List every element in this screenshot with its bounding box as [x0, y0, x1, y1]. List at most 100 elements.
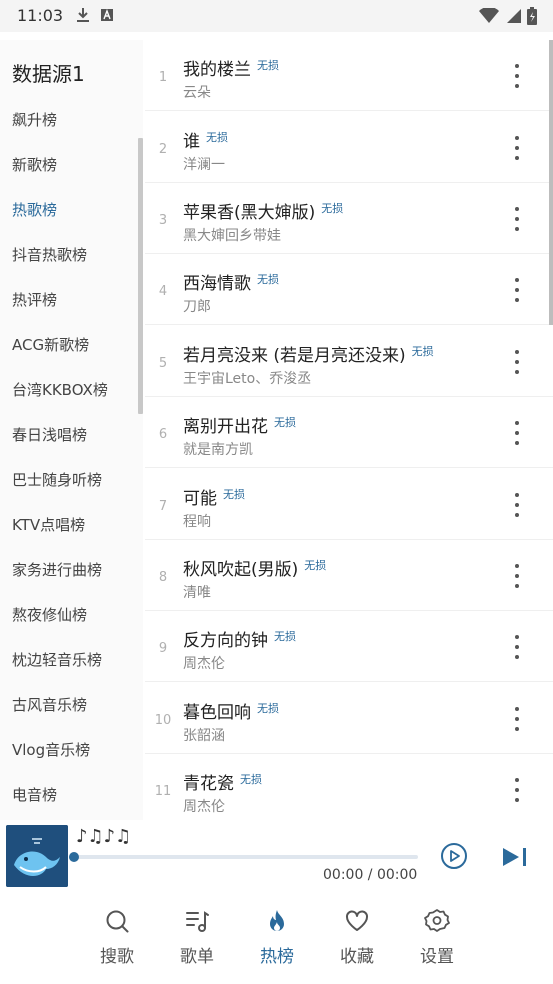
more-options-icon[interactable]: [507, 136, 527, 160]
more-options-icon[interactable]: [507, 350, 527, 374]
song-title: 苹果香(黑大婶版) 无损: [183, 202, 344, 223]
sidebar-item-douyin[interactable]: 抖音热歌榜: [0, 233, 143, 278]
song-row[interactable]: 10 暮色回响 无损 张韶涵: [145, 683, 553, 754]
song-row[interactable]: 2 谁无损 洋澜一: [145, 112, 553, 183]
song-artist: 周杰伦: [183, 799, 225, 815]
progress-thumb[interactable]: [69, 852, 79, 862]
song-row[interactable]: 4 西海情歌 无损 刀郎: [145, 254, 553, 325]
sidebar-scrollbar[interactable]: [138, 138, 143, 414]
more-options-icon[interactable]: [507, 278, 527, 302]
tab-label: 搜歌: [100, 947, 134, 967]
song-rank: 6: [158, 427, 168, 442]
battery-icon: [527, 7, 537, 25]
search-icon: [106, 910, 129, 933]
sidebar-item-vlog[interactable]: Vlog音乐榜: [0, 728, 143, 773]
song-artist: 张韶涵: [183, 728, 225, 744]
bottom-tab-bar: 搜歌 歌单 热榜 收藏 设置: [0, 892, 553, 984]
song-rank: 4: [158, 284, 168, 299]
song-row[interactable]: 5 若月亮没来 (若是月亮还没来) 无损 王宇宙Leto、乔浚丞: [145, 326, 553, 397]
sidebar-item-spring[interactable]: 春日浅唱榜: [0, 413, 143, 458]
song-title: 西海情歌 无损: [183, 273, 279, 294]
more-options-icon[interactable]: [507, 421, 527, 445]
tab-label: 设置: [420, 947, 454, 967]
sidebar-item-kkbox[interactable]: 台湾KKBOX榜: [0, 368, 143, 413]
song-rank: 10: [154, 713, 172, 728]
song-rank: 3: [158, 213, 168, 228]
sidebar-item-ktv[interactable]: KTV点唱榜: [0, 503, 143, 548]
song-list-scrollbar[interactable]: [549, 40, 553, 325]
now-playing-title: ♪♫♪♫: [76, 826, 132, 847]
lossless-badge: 无损: [274, 416, 296, 429]
song-title: 若月亮没来 (若是月亮还没来) 无损: [183, 345, 434, 366]
song-title: 反方向的钟 无损: [183, 630, 296, 651]
song-title: 离别开出花 无损: [183, 416, 296, 437]
sidebar-item-acg[interactable]: ACG新歌榜: [0, 323, 143, 368]
song-artist: 洋澜一: [183, 157, 225, 173]
song-row[interactable]: 9 反方向的钟 无损 周杰伦: [145, 611, 553, 682]
download-icon: [77, 8, 89, 22]
tab-settings[interactable]: 设置: [409, 908, 465, 968]
album-art[interactable]: [6, 825, 68, 887]
sidebar-item-bus[interactable]: 巴士随身听榜: [0, 458, 143, 503]
tab-favorites[interactable]: 收藏: [329, 908, 385, 968]
flame-icon: [270, 910, 284, 931]
song-list: 1 我的楼兰 无损 云朵 2 谁无损 洋澜一 3 苹果香(黑大婶版) 无损 黑大婶回…: [145, 40, 553, 820]
song-title: 青花瓷 无损: [183, 773, 262, 794]
song-rank: 8: [158, 570, 168, 585]
song-title: 暮色回响 无损: [183, 702, 279, 723]
song-rank: 5: [158, 356, 168, 371]
lossless-badge: 无损: [411, 345, 434, 358]
sidebar-item-light-music[interactable]: 枕边轻音乐榜: [0, 638, 143, 683]
more-options-icon[interactable]: [507, 778, 527, 802]
song-artist: 王宇宙Leto、乔浚丞: [183, 371, 312, 387]
more-options-icon[interactable]: [507, 635, 527, 659]
sidebar-item-new-songs[interactable]: 新歌榜: [0, 143, 143, 188]
next-track-icon[interactable]: [501, 846, 529, 868]
song-row[interactable]: 1 我的楼兰 无损 云朵: [145, 40, 553, 111]
song-artist: 程响: [183, 514, 211, 530]
song-artist: 云朵: [183, 85, 211, 101]
lossless-badge: 无损: [274, 630, 296, 643]
song-rank: 11: [154, 784, 172, 799]
more-options-icon[interactable]: [507, 493, 527, 517]
leaderboard-list: 飙升榜 新歌榜 热歌榜 抖音热歌榜 热评榜 ACG新歌榜 台湾KKBOX榜 春日…: [0, 98, 143, 818]
more-options-icon[interactable]: [507, 207, 527, 231]
status-time: 11:03: [17, 6, 64, 25]
sidebar-item-hot-songs[interactable]: 热歌榜: [0, 188, 143, 233]
sidebar-item-night-owl[interactable]: 熬夜修仙榜: [0, 593, 143, 638]
sidebar-item-ancient-style[interactable]: 古风音乐榜: [0, 683, 143, 728]
song-title: 谁无损: [183, 131, 228, 152]
sidebar-item-electronic[interactable]: 电音榜: [0, 773, 143, 818]
lossless-badge: 无损: [257, 702, 279, 715]
song-row[interactable]: 3 苹果香(黑大婶版) 无损 黑大婶回乡带娃: [145, 183, 553, 254]
wifi-icon: [479, 8, 499, 23]
playback-time: 00:00 / 00:00: [323, 867, 418, 883]
song-title: 可能 无损: [183, 488, 245, 509]
song-row[interactable]: 7 可能 无损 程响: [145, 469, 553, 540]
tab-hot-charts[interactable]: 热榜: [249, 908, 305, 968]
more-options-icon[interactable]: [507, 707, 527, 731]
lossless-badge: 无损: [257, 273, 279, 286]
song-title: 秋风吹起(男版) 无损: [183, 559, 327, 580]
more-options-icon[interactable]: [507, 64, 527, 88]
sidebar-item-soaring[interactable]: 飙升榜: [0, 98, 143, 143]
song-artist: 刀郎: [183, 299, 211, 315]
progress-bar[interactable]: [73, 855, 418, 859]
tab-label: 热榜: [260, 947, 294, 967]
song-row[interactable]: 6 离别开出花 无损 就是南方凯: [145, 397, 553, 468]
leaderboard-sidebar: 数据源1 飙升榜 新歌榜 热歌榜 抖音热歌榜 热评榜 ACG新歌榜 台湾KKBO…: [0, 40, 143, 820]
song-row[interactable]: 8 秋风吹起(男版) 无损 清唯: [145, 540, 553, 611]
sidebar-item-housework[interactable]: 家务进行曲榜: [0, 548, 143, 593]
tab-search[interactable]: 搜歌: [89, 908, 145, 968]
song-artist: 就是南方凯: [183, 442, 253, 458]
song-rank: 1: [158, 70, 168, 85]
mini-player: ♪♫♪♫ 00:00 / 00:00: [0, 820, 553, 892]
more-options-icon[interactable]: [507, 564, 527, 588]
song-row[interactable]: 11 青花瓷 无损 周杰伦: [145, 754, 553, 820]
lossless-badge: 无损: [257, 59, 279, 72]
whale-artwork: [6, 825, 68, 887]
tab-playlist[interactable]: 歌单: [169, 908, 225, 968]
sidebar-item-hot-comments[interactable]: 热评榜: [0, 278, 143, 323]
song-artist: 周杰伦: [183, 656, 225, 672]
play-icon[interactable]: [440, 842, 468, 870]
